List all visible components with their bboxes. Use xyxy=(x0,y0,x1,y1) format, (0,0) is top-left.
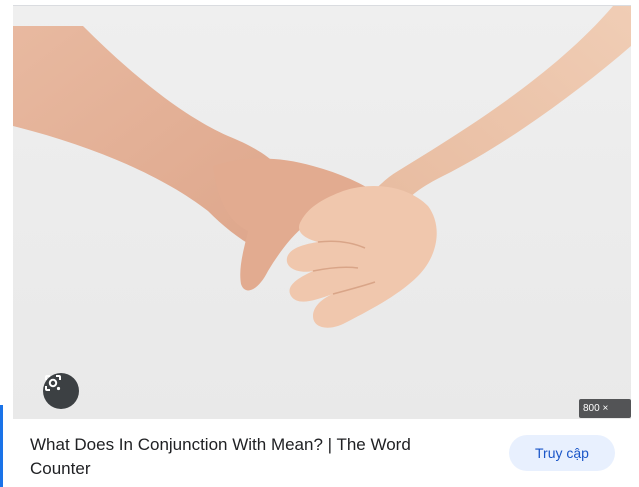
image-preview[interactable]: 800 × 535 xyxy=(13,6,631,419)
result-title-link[interactable]: What Does In Conjunction With Mean? | Th… xyxy=(30,433,470,481)
lens-search-button[interactable] xyxy=(43,373,79,409)
holding-hands-photo xyxy=(13,6,631,328)
selection-edge-indicator xyxy=(0,405,3,487)
image-viewer-panel: 800 × 535 What Does In Conjunction With … xyxy=(0,0,639,487)
google-lens-icon xyxy=(45,375,61,391)
visit-button[interactable]: Truy cập xyxy=(509,435,615,471)
image-dimensions-badge: 800 × 535 xyxy=(579,399,631,418)
